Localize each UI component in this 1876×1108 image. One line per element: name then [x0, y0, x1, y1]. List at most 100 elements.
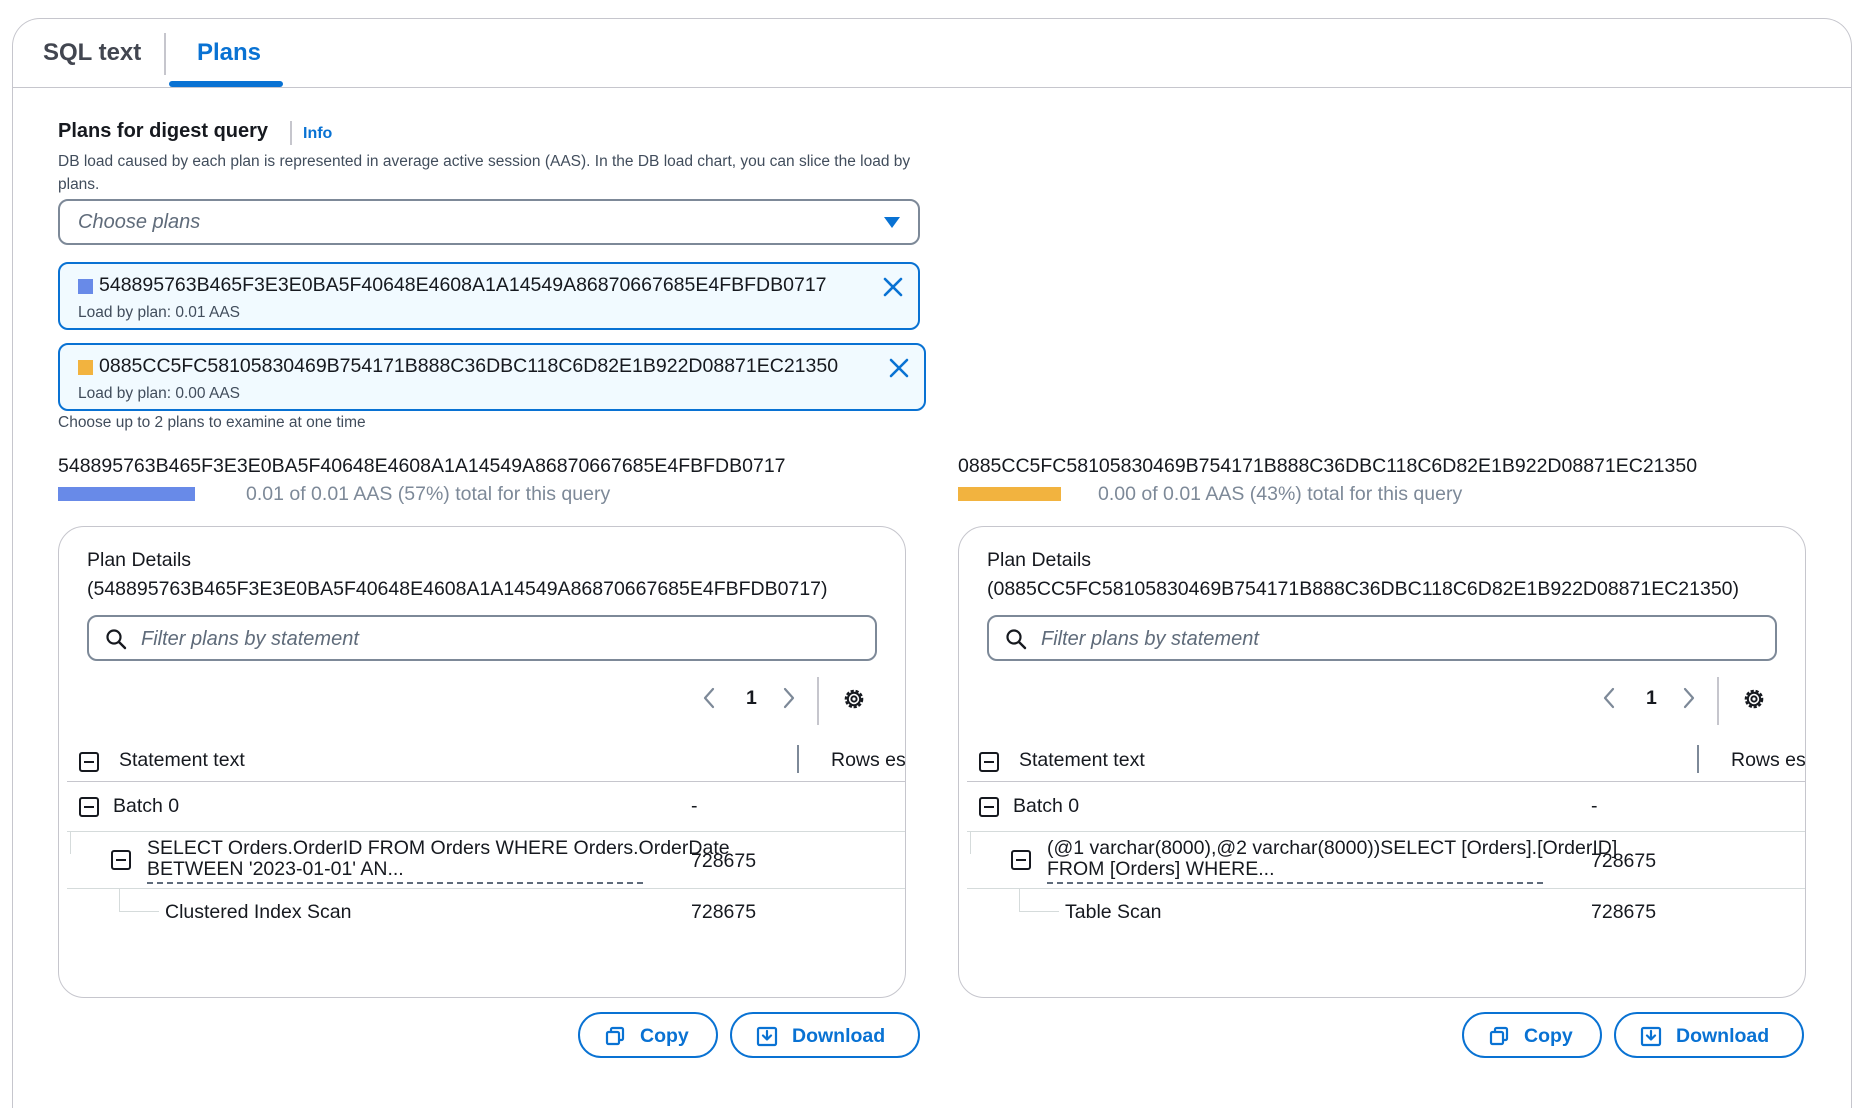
collapse-icon[interactable] — [979, 797, 999, 817]
rows-estimate: 728675 — [1591, 901, 1657, 923]
page-number[interactable]: 1 — [1646, 687, 1657, 710]
tree-connector — [1019, 911, 1059, 912]
tab-sql-text[interactable]: SQL text — [43, 39, 141, 67]
tree-connector — [119, 889, 120, 911]
column-header-rows[interactable]: Rows es... — [831, 749, 905, 772]
collapse-icon[interactable] — [79, 797, 99, 817]
download-icon — [1640, 1026, 1662, 1047]
token-plan-load: Load by plan: 0.00 AAS — [78, 385, 241, 402]
token-plan-id: 0885CC5FC58105830469B754171B888C36DBC118… — [99, 355, 839, 377]
tree-connector — [970, 832, 971, 854]
selected-plan-token: 0885CC5FC58105830469B754171B888C36DBC118… — [58, 343, 926, 411]
statement-underline — [1047, 882, 1543, 884]
rows-estimate: 728675 — [691, 901, 757, 923]
column-resizer[interactable] — [797, 745, 799, 773]
rows-estimate: 728675 — [691, 850, 757, 872]
chevron-left-icon[interactable] — [699, 685, 719, 711]
column-header-statement[interactable]: Statement text — [119, 749, 245, 772]
filter-statement-input[interactable] — [1039, 623, 1763, 655]
plan-details-title: Plan Details — [87, 549, 192, 571]
info-link[interactable]: Info — [303, 125, 332, 143]
download-button[interactable]: Download — [730, 1012, 920, 1058]
plan-color-swatch — [78, 360, 93, 375]
pagination: 1 — [959, 677, 1805, 725]
token-plan-id: 548895763B465F3E3E0BA5F40648E4608A1A1454… — [99, 274, 827, 296]
tab-bar: SQL text Plans — [13, 19, 1851, 88]
copy-button[interactable]: Copy — [1462, 1012, 1602, 1058]
plan-details-id: (548895763B465F3E3E0BA5F40648E4608A1A145… — [87, 578, 828, 600]
download-button[interactable]: Download — [1614, 1012, 1804, 1058]
statement-text: Batch 0 — [113, 795, 180, 817]
plan-details-id: (0885CC5FC58105830469B754171B888C36DBC11… — [987, 578, 1740, 600]
plan-details-card: Plan Details (0885CC5FC58105830469B75417… — [958, 526, 1806, 998]
plan-details-card: Plan Details (548895763B465F3E3E0BA5F406… — [58, 526, 906, 998]
statement-line: BETWEEN '2023-01-01' AN... — [147, 858, 404, 880]
table-header: Statement text Rows es... — [67, 739, 905, 782]
tab-plans[interactable]: Plans — [197, 39, 261, 67]
copy-button[interactable]: Copy — [578, 1012, 718, 1058]
plan-color-swatch — [78, 279, 93, 294]
choose-plans-select[interactable]: Choose plans — [58, 199, 920, 245]
table-header: Statement text Rows es... — [967, 739, 1805, 782]
collapse-icon[interactable] — [1011, 850, 1031, 870]
statement-line: (@1 varchar(8000),@2 varchar(8000))SELEC… — [1047, 837, 1618, 859]
plan-share-label: 0.01 of 0.01 AAS (57%) total for this qu… — [246, 483, 611, 505]
table-row: Clustered Index Scan 728675 — [67, 889, 905, 943]
table-row: Table Scan 728675 — [967, 889, 1805, 943]
rows-estimate: 728675 — [1591, 850, 1657, 872]
close-icon[interactable] — [886, 355, 912, 381]
tree-connector — [70, 832, 71, 854]
search-icon — [106, 629, 127, 650]
filter-statement-field[interactable] — [987, 615, 1777, 661]
download-label: Download — [1676, 1025, 1770, 1047]
statement-line: FROM [Orders] WHERE... — [1047, 858, 1275, 880]
tree-connector — [1019, 889, 1020, 911]
column-resizer[interactable] — [1697, 745, 1699, 773]
caret-down-icon — [884, 217, 900, 228]
selection-hint: Choose up to 2 plans to examine at one t… — [58, 414, 366, 431]
chevron-right-icon[interactable] — [779, 685, 799, 711]
filter-statement-field[interactable] — [87, 615, 877, 661]
rows-estimate: - — [1591, 795, 1598, 817]
page-number[interactable]: 1 — [746, 687, 757, 710]
statement-text[interactable]: SELECT Orders.OrderID FROM Orders WHERE … — [147, 838, 737, 880]
table-row: Batch 0 - — [967, 783, 1805, 832]
statement-line: SELECT Orders.OrderID FROM Orders WHERE … — [147, 837, 730, 859]
info-divider — [290, 121, 292, 145]
section-description: DB load caused by each plan is represent… — [58, 153, 911, 193]
chevron-right-icon[interactable] — [1679, 685, 1699, 711]
statement-text: Batch 0 — [1013, 795, 1080, 817]
search-icon — [1006, 629, 1027, 650]
statement-text[interactable]: (@1 varchar(8000),@2 varchar(8000))SELEC… — [1047, 838, 1637, 880]
collapse-icon[interactable] — [111, 850, 131, 870]
plan-share-bar — [58, 487, 195, 501]
pager-divider — [817, 677, 819, 725]
rows-estimate: - — [691, 795, 698, 817]
plan-id-heading: 548895763B465F3E3E0BA5F40648E4608A1A1454… — [58, 455, 786, 477]
statement-underline — [147, 882, 643, 884]
column-header-statement[interactable]: Statement text — [1019, 749, 1145, 772]
plan-id-heading: 0885CC5FC58105830469B754171B888C36DBC118… — [958, 455, 1698, 477]
token-plan-load: Load by plan: 0.01 AAS — [78, 304, 241, 321]
select-placeholder: Choose plans — [78, 211, 201, 233]
chevron-left-icon[interactable] — [1599, 685, 1619, 711]
gear-icon[interactable] — [841, 686, 867, 712]
table-row: Batch 0 - — [67, 783, 905, 832]
gear-icon[interactable] — [1741, 686, 1767, 712]
statement-text: Table Scan — [1065, 901, 1162, 923]
tree-connector — [119, 911, 159, 912]
download-icon — [756, 1026, 778, 1047]
filter-statement-input[interactable] — [139, 623, 863, 655]
collapse-all-icon[interactable] — [979, 752, 999, 772]
plan-share-bar — [958, 487, 1061, 501]
section-title: Plans for digest query — [58, 120, 269, 142]
plan-details-title: Plan Details — [987, 549, 1092, 571]
copy-label: Copy — [1524, 1025, 1573, 1047]
copy-label: Copy — [640, 1025, 689, 1047]
pager-divider — [1717, 677, 1719, 725]
tab-divider — [164, 33, 166, 75]
table-row: SELECT Orders.OrderID FROM Orders WHERE … — [67, 832, 905, 889]
column-header-rows[interactable]: Rows es... — [1731, 749, 1805, 772]
close-icon[interactable] — [880, 274, 906, 300]
collapse-all-icon[interactable] — [79, 752, 99, 772]
